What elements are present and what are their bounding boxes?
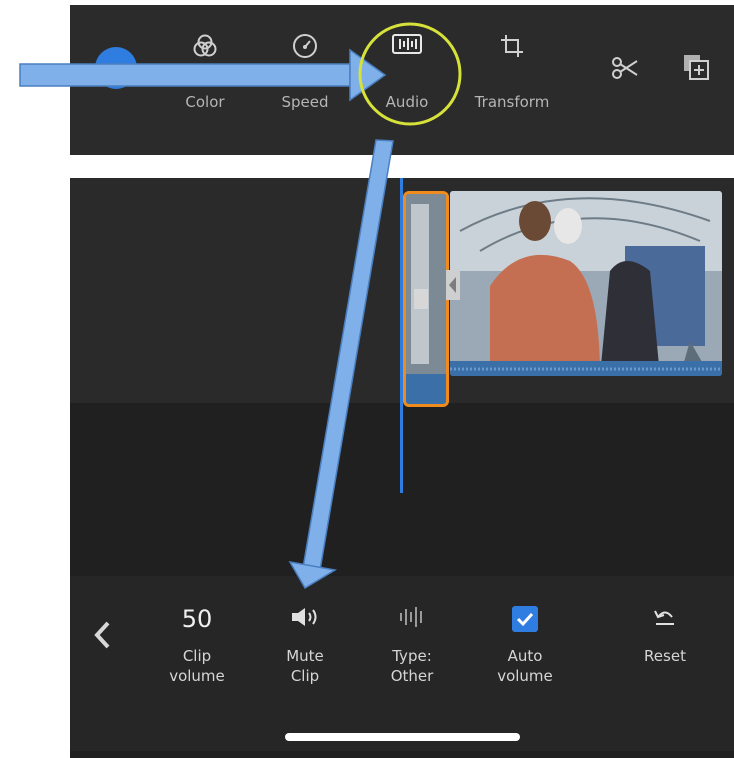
annotation-overlay [19,22,462,590]
annotation-arrow-horizontal [19,48,387,102]
annotation-arrow-diagonal [288,139,394,590]
